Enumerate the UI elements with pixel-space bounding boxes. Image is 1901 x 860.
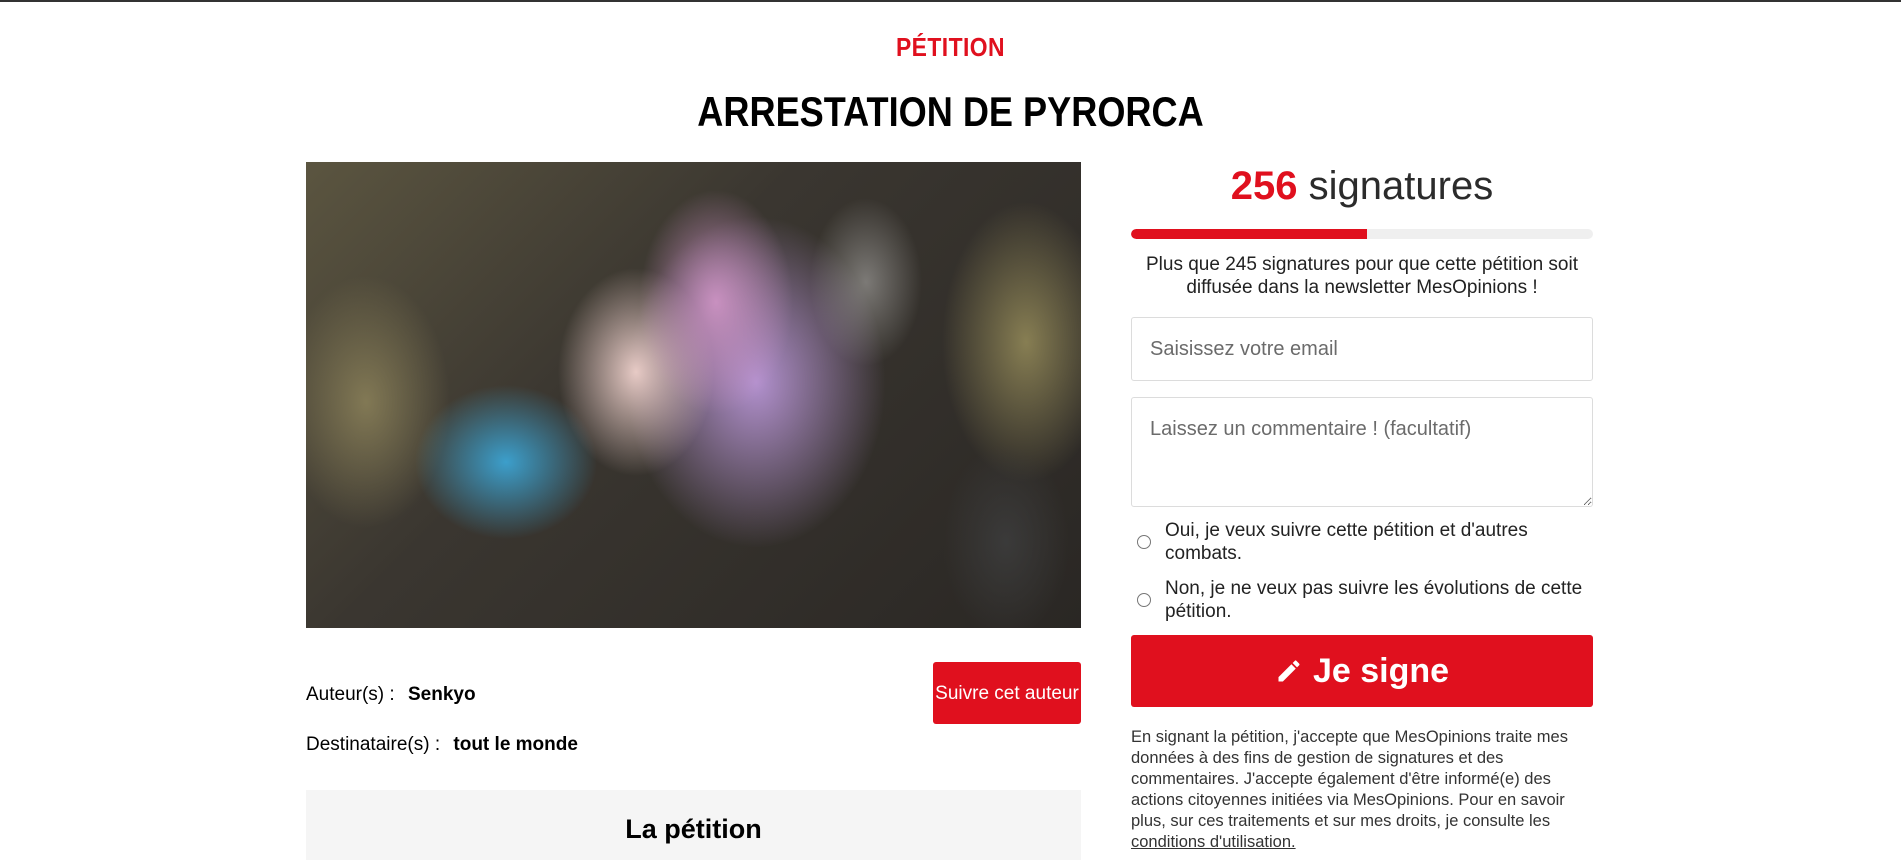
legal-text: En signant la pétition, j'accepte que Me… bbox=[1131, 728, 1568, 830]
author-value: Senkyo bbox=[407, 684, 476, 705]
opt-in-yes-radio[interactable] bbox=[1137, 535, 1151, 549]
recipient-line: Destinataire(s) : tout le monde bbox=[306, 734, 578, 756]
signature-goal-text: Plus que 245 signatures pour que cette p… bbox=[1145, 254, 1578, 298]
sign-panel: 256 signatures Plus que 245 signatures p… bbox=[1131, 162, 1593, 853]
petition-section-title: La pétition bbox=[625, 814, 762, 844]
author-key: Auteur(s) : bbox=[306, 684, 395, 705]
author-line: Auteur(s) : Senkyo bbox=[306, 684, 476, 706]
signature-count-number: 256 bbox=[1230, 164, 1298, 208]
email-field[interactable] bbox=[1131, 317, 1593, 381]
terms-link[interactable]: conditions d'utilisation. bbox=[1131, 833, 1296, 851]
sign-button-label: Je signe bbox=[1312, 651, 1450, 690]
author-row: Auteur(s) : Senkyo Destinataire(s) : tou… bbox=[306, 662, 1081, 755]
sign-button[interactable]: Je signe bbox=[1131, 635, 1593, 707]
pencil-icon bbox=[1278, 660, 1300, 682]
follow-author-button[interactable]: Suivre cet auteur bbox=[933, 662, 1081, 724]
opt-in-yes-option[interactable]: Oui, je veux suivre cette pétition et d'… bbox=[1131, 519, 1593, 565]
recipient-value: tout le monde bbox=[453, 734, 578, 755]
comment-field[interactable] bbox=[1131, 397, 1593, 507]
legal-notice: En signant la pétition, j'accepte que Me… bbox=[1131, 727, 1593, 853]
petition-image bbox=[306, 162, 1081, 628]
petition-main: Auteur(s) : Senkyo Destinataire(s) : tou… bbox=[306, 162, 1081, 860]
signature-progress-bar bbox=[1131, 229, 1593, 239]
signature-count: 256 signatures bbox=[1131, 162, 1593, 210]
opt-in-no-radio[interactable] bbox=[1137, 593, 1151, 607]
petition-section-header: La pétition bbox=[306, 790, 1081, 860]
opt-in-no-option[interactable]: Non, je ne veux pas suivre les évolution… bbox=[1131, 577, 1593, 623]
signature-count-label: signatures bbox=[1308, 164, 1494, 208]
opt-in-no-label: Non, je ne veux pas suivre les évolution… bbox=[1165, 578, 1583, 622]
petition-kicker: PÉTITION bbox=[895, 32, 1006, 62]
page-title: ARRESTATION DE PYRORCA bbox=[697, 88, 1204, 135]
opt-in-yes-label: Oui, je veux suivre cette pétition et d'… bbox=[1165, 520, 1528, 564]
signature-progress-fill bbox=[1131, 229, 1367, 239]
recipient-key: Destinataire(s) : bbox=[306, 734, 441, 755]
